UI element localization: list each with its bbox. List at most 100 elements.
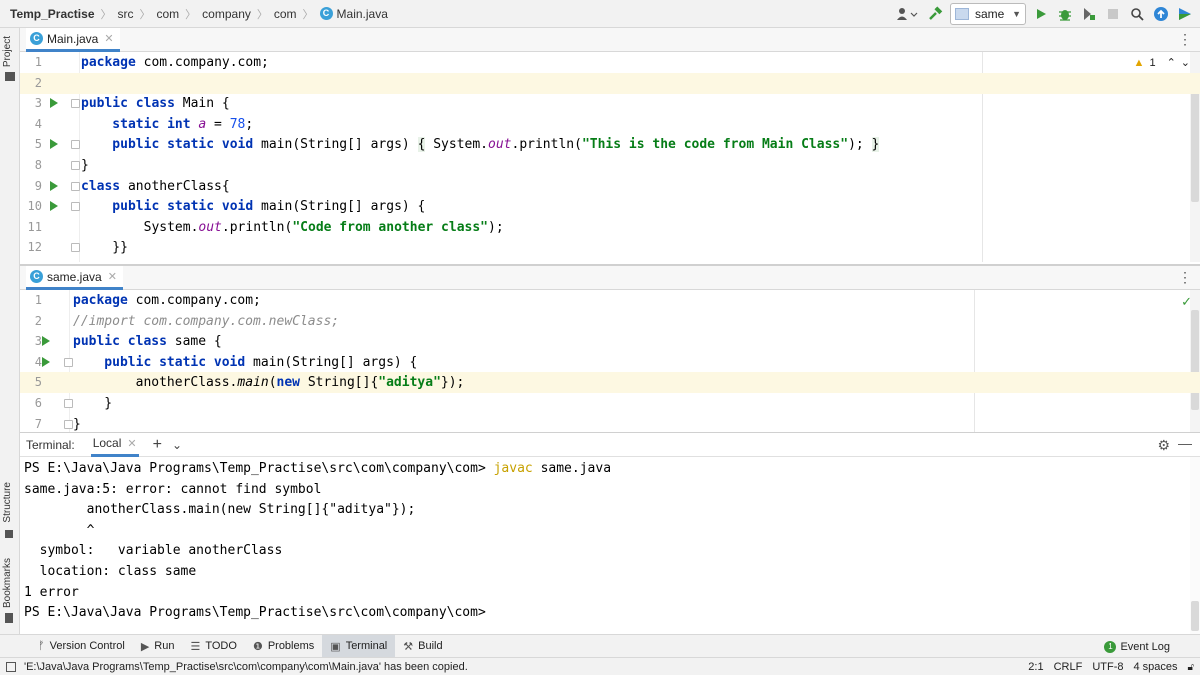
- tool-window-build[interactable]: ⚒ Build: [395, 635, 450, 658]
- fold-marker-icon[interactable]: [64, 357, 73, 367]
- lock-icon[interactable]: 🔓︎: [1188, 662, 1194, 673]
- run-icon[interactable]: [1032, 5, 1050, 23]
- fold-marker-icon[interactable]: [64, 399, 73, 408]
- code-line[interactable]: 1 package com.company.com;: [20, 290, 980, 311]
- code-line[interactable]: 12 }}: [20, 237, 980, 258]
- stop-icon[interactable]: [1104, 5, 1122, 23]
- code-line[interactable]: 1 package com.company.com;: [20, 52, 980, 73]
- line-number[interactable]: 4: [20, 352, 42, 373]
- run-gutter-icon[interactable]: [42, 336, 50, 347]
- line-number[interactable]: 7: [20, 414, 42, 434]
- code-line[interactable]: 9 class anotherClass{: [20, 176, 980, 197]
- line-number[interactable]: 9: [20, 176, 42, 197]
- more-options-icon[interactable]: ⋮: [1178, 269, 1192, 286]
- run-gutter-icon[interactable]: [42, 356, 50, 367]
- code-line[interactable]: 3 public class same {: [20, 331, 980, 352]
- scrollbar-thumb[interactable]: [1191, 601, 1199, 631]
- chevron-up-icon[interactable]: ⌃: [1167, 56, 1176, 69]
- code-line[interactable]: 11 System.out.println("Code from another…: [20, 217, 980, 238]
- caret-position[interactable]: 2:1: [1028, 661, 1043, 673]
- breadcrumb-src[interactable]: src: [118, 7, 134, 21]
- tool-window-version-control[interactable]: ᚠ Version Control: [30, 635, 133, 658]
- line-number[interactable]: 6: [20, 393, 42, 414]
- code-line[interactable]: 5 anotherClass.main(new String[]{"aditya…: [20, 372, 1200, 394]
- run-gutter-icon[interactable]: [50, 201, 58, 212]
- minimize-icon[interactable]: —: [1178, 435, 1192, 451]
- more-options-icon[interactable]: ⋮: [1178, 31, 1192, 48]
- indent-setting[interactable]: 4 spaces: [1133, 661, 1177, 673]
- code-line[interactable]: 6 }: [20, 393, 980, 414]
- user-icon[interactable]: [894, 5, 920, 23]
- bookmarks-tool-button[interactable]: Bookmarks: [2, 558, 13, 608]
- fold-marker-icon[interactable]: [71, 202, 80, 212]
- line-number[interactable]: 2: [20, 73, 42, 94]
- search-icon[interactable]: [1128, 5, 1146, 23]
- code-line[interactable]: 2: [20, 72, 1200, 94]
- fold-marker-icon[interactable]: [64, 419, 73, 429]
- structure-tool-button[interactable]: Structure: [2, 482, 13, 523]
- line-number[interactable]: 1: [20, 52, 42, 73]
- tab-same-java[interactable]: C same.java ✕: [26, 266, 123, 290]
- chevron-down-icon[interactable]: ⌄: [172, 438, 182, 452]
- code-line[interactable]: 5 public static void main(String[] args)…: [20, 134, 980, 155]
- run-gutter-icon[interactable]: [50, 139, 58, 150]
- close-icon[interactable]: ✕: [104, 32, 113, 45]
- line-number[interactable]: 11: [20, 217, 42, 238]
- coverage-icon[interactable]: [1080, 5, 1098, 23]
- code-line[interactable]: 3 public class Main {: [20, 93, 980, 114]
- fold-marker-icon[interactable]: [71, 161, 80, 170]
- fold-marker-icon[interactable]: [71, 243, 80, 253]
- breadcrumb-file[interactable]: C Main.java: [319, 7, 388, 21]
- terminal-scrollbar[interactable]: [1190, 457, 1200, 635]
- code-line[interactable]: 2 //import com.company.com.newClass;: [20, 311, 980, 332]
- chevron-down-icon[interactable]: ⌄: [1181, 56, 1190, 69]
- editor-scrollbar[interactable]: [1190, 290, 1200, 434]
- panel-toggle-icon[interactable]: [6, 661, 16, 672]
- code-line[interactable]: 8}: [20, 155, 980, 176]
- hammer-build-icon[interactable]: [926, 5, 944, 23]
- code-area[interactable]: ✓ 1 package com.company.com; 2//import com…: [20, 290, 1200, 434]
- tool-window-terminal[interactable]: ▣ Terminal: [322, 634, 396, 658]
- line-separator[interactable]: CRLF: [1054, 661, 1083, 673]
- breadcrumb-com-2[interactable]: com: [274, 7, 297, 21]
- update-icon[interactable]: [1152, 5, 1170, 23]
- line-number[interactable]: 5: [20, 134, 42, 155]
- code-line[interactable]: 10 public static void main(String[] args…: [20, 196, 980, 217]
- breadcrumb-project[interactable]: Temp_Practise: [10, 7, 95, 21]
- project-tool-button[interactable]: Project: [2, 36, 13, 67]
- tab-main-java[interactable]: C Main.java ✕: [26, 28, 120, 52]
- run-gutter-icon[interactable]: [50, 98, 58, 109]
- line-number[interactable]: 2: [20, 311, 42, 332]
- event-log-button[interactable]: 1 Event Log: [1104, 635, 1170, 658]
- breadcrumb-com[interactable]: com: [157, 7, 180, 21]
- gear-icon[interactable]: ⚙: [1157, 437, 1170, 454]
- line-number[interactable]: 4: [20, 114, 42, 135]
- tool-window-todo[interactable]: ☰ TODO: [182, 635, 244, 658]
- line-number[interactable]: 3: [20, 93, 42, 114]
- fold-marker-icon[interactable]: [71, 181, 80, 191]
- terminal-output[interactable]: PS E:\Java\Java Programs\Temp_Practise\s…: [24, 459, 611, 624]
- code-line[interactable]: 4 public static void main(String[] args)…: [20, 352, 980, 373]
- fold-marker-icon[interactable]: [71, 140, 80, 150]
- line-number[interactable]: 8: [20, 155, 42, 176]
- scrollbar-thumb[interactable]: [1191, 310, 1199, 410]
- close-icon[interactable]: ✕: [108, 270, 117, 283]
- line-number[interactable]: 5: [20, 372, 42, 393]
- inspection-widget[interactable]: ▲ 1 ⌃ ⌄: [1134, 56, 1190, 70]
- code-line[interactable]: 4 static int a = 78;: [20, 114, 980, 135]
- terminal-tab-local[interactable]: Local ✕: [90, 433, 139, 457]
- breadcrumb-company[interactable]: company: [202, 7, 251, 21]
- file-encoding[interactable]: UTF-8: [1092, 661, 1123, 673]
- line-number[interactable]: 10: [20, 196, 42, 217]
- fold-marker-icon[interactable]: [71, 99, 80, 109]
- line-number[interactable]: 3: [20, 331, 42, 352]
- debug-icon[interactable]: [1056, 5, 1074, 23]
- code-line[interactable]: 7}: [20, 414, 980, 434]
- line-number[interactable]: 1: [20, 290, 42, 311]
- run-configuration-select[interactable]: same ▼: [950, 3, 1026, 25]
- run-gutter-icon[interactable]: [50, 180, 58, 191]
- close-icon[interactable]: ✕: [127, 437, 136, 450]
- scrollbar-thumb[interactable]: [1191, 76, 1199, 202]
- line-number[interactable]: 12: [20, 237, 42, 258]
- tool-window-problems[interactable]: ❶ Problems: [245, 635, 322, 658]
